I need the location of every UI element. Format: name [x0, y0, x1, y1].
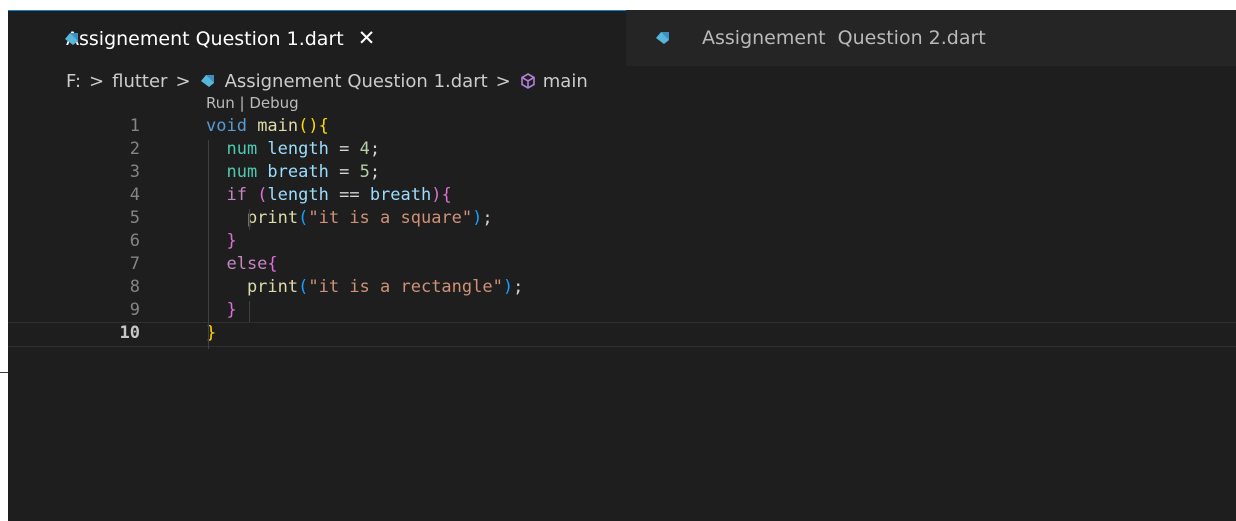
code-token: 5 [359, 162, 370, 182]
dart-icon [200, 75, 214, 87]
chevron-right-icon: > [175, 70, 191, 92]
code-token: main [257, 116, 299, 136]
code-line[interactable]: 10} [8, 322, 1236, 347]
code-line[interactable]: 7 else{ [8, 253, 1236, 276]
code-token: () [298, 116, 319, 136]
line-number: 6 [129, 231, 140, 251]
code-line[interactable]: 3 num breath = 5; [8, 161, 1236, 184]
code-token: "it is a square" [308, 208, 473, 228]
code-line[interactable]: 1 void main(){ [8, 115, 1236, 138]
code-text: if (length == breath){ [206, 184, 452, 207]
divider [0, 372, 8, 373]
indent-guide [249, 301, 250, 322]
code-token: print [206, 277, 299, 297]
code-text: } [206, 299, 237, 322]
tab-label: Assignement Question 1.dart [66, 27, 344, 50]
code-token: "it is a rectangle" [308, 277, 503, 297]
breadcrumb-symbol[interactable]: main [543, 71, 588, 92]
code-token: num [206, 162, 268, 182]
code-line[interactable]: 6 } [8, 230, 1236, 253]
code-token: breath [369, 185, 432, 205]
code-token: print [206, 208, 299, 228]
line-number: 2 [129, 139, 140, 159]
line-number: 10 [119, 323, 140, 343]
code-text: else{ [206, 253, 278, 276]
dart-icon [65, 33, 78, 45]
code-token: if [206, 185, 258, 205]
code-token: } [206, 231, 237, 251]
code-token: ) [472, 208, 483, 228]
code-token: ( [298, 277, 309, 297]
code-text: print("it is a rectangle"); [206, 276, 523, 299]
line-number: 5 [129, 208, 140, 228]
tab-question-2[interactable]: Assignement Question 2.dart [626, 10, 1004, 66]
tab-bar: Assignement Question 1.dart ✕ Assignemen… [8, 10, 1236, 66]
line-number: 8 [129, 277, 140, 297]
code-token: { [441, 185, 452, 205]
code-text: } [206, 230, 237, 253]
code-token: ( [257, 185, 268, 205]
breadcrumb: F: > flutter > Assignement Question 1.da… [8, 66, 1236, 96]
code-token: = [328, 139, 360, 159]
code-token: = [328, 162, 360, 182]
close-icon[interactable]: ✕ [358, 28, 376, 49]
code-line[interactable]: 5 print("it is a square"); [8, 207, 1236, 230]
code-editor[interactable]: Assignement Question 1.dart ✕ Assignemen… [8, 10, 1236, 521]
code-token: ( [298, 208, 309, 228]
line-number: 9 [129, 300, 140, 320]
code-token: length [267, 185, 329, 205]
line-number: 7 [129, 254, 140, 274]
code-line[interactable]: 4 if (length == breath){ [8, 184, 1236, 207]
breadcrumb-drive[interactable]: F: [66, 71, 81, 92]
code-line[interactable]: 8 print("it is a rectangle"); [8, 276, 1236, 299]
chevron-right-icon: > [89, 70, 105, 92]
indent-guide [249, 209, 250, 230]
code-token: ) [502, 277, 514, 297]
code-token: == [328, 185, 370, 205]
code-token: 4 [359, 139, 370, 159]
method-cube-icon [520, 73, 535, 89]
code-token: void [206, 116, 258, 136]
line-number: 3 [129, 162, 140, 182]
breadcrumb-folder[interactable]: flutter [112, 71, 167, 92]
tab-label: Assignement Question 2.dart [702, 27, 986, 49]
code-text: num length = 4; [206, 138, 380, 161]
line-number: 1 [129, 116, 140, 136]
code-token: { [267, 254, 278, 274]
code-token: ; [482, 208, 493, 228]
line-number: 4 [129, 185, 140, 205]
code-token: else [206, 254, 268, 274]
code-token: ; [369, 139, 381, 159]
code-token: ; [513, 277, 524, 297]
indent-guide [208, 140, 209, 349]
dart-icon [656, 32, 669, 44]
code-token: breath [267, 162, 329, 182]
code-token: num [206, 139, 268, 159]
code-line[interactable]: 9 } [8, 299, 1236, 322]
code-token: } [206, 300, 237, 320]
code-token: ) [431, 185, 442, 205]
codelens-run-debug[interactable]: Run | Debug [206, 94, 299, 112]
code-text: num breath = 5; [206, 161, 380, 184]
chevron-right-icon: > [495, 70, 511, 92]
code-text: void main(){ [206, 115, 329, 138]
code-token: { [318, 116, 329, 136]
breadcrumb-file[interactable]: Assignement Question 1.dart [225, 71, 488, 92]
tab-question-1[interactable]: Assignement Question 1.dart ✕ [8, 10, 626, 66]
code-area[interactable]: 1 void main(){2 num length = 4; 3 num brea… [8, 115, 1236, 347]
code-token: length [267, 139, 329, 159]
code-line[interactable]: 2 num length = 4; [8, 138, 1236, 161]
code-token: ; [369, 162, 381, 182]
